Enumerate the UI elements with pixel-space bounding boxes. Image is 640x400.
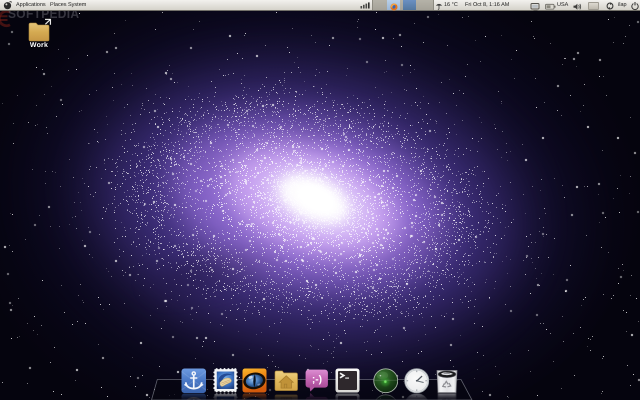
svg-text:;-): ;-) xyxy=(312,374,322,385)
